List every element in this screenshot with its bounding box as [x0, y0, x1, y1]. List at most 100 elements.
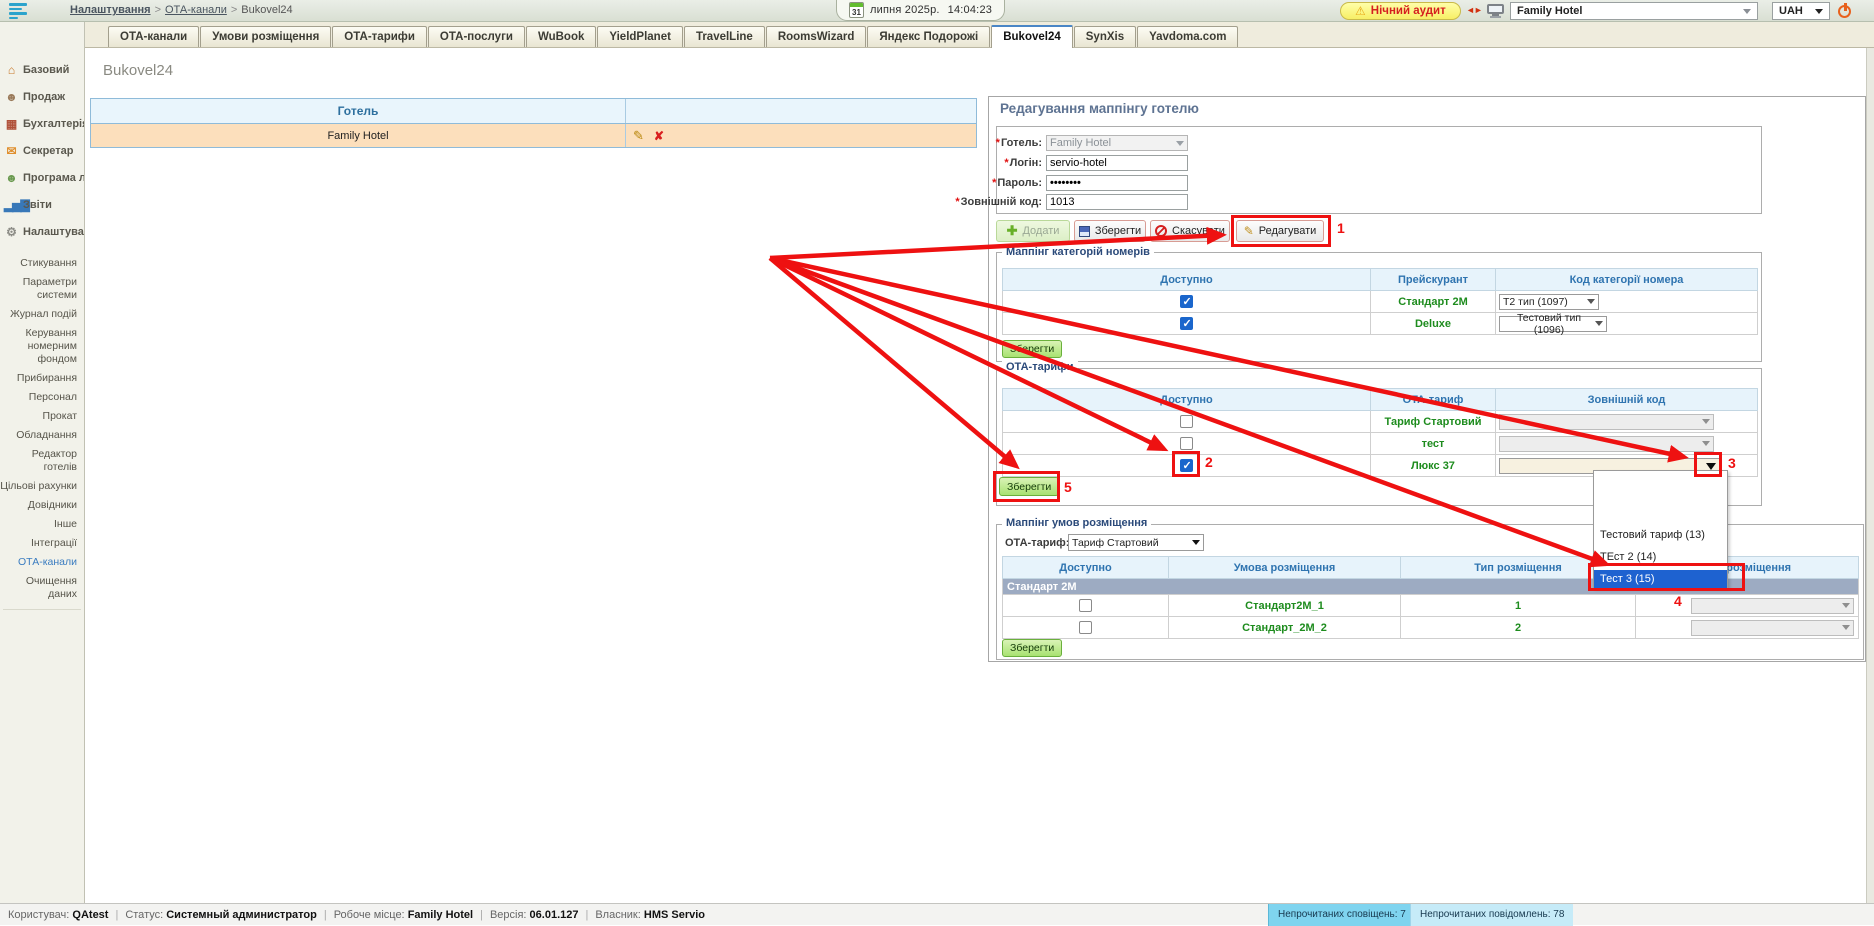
workstation-icon — [1487, 4, 1504, 18]
chevron-down-icon — [1587, 299, 1595, 308]
unread-messages-badge[interactable]: Непрочитаних повідомлень: 78 — [1410, 904, 1573, 926]
edit-button[interactable]: ✎Редагувати — [1236, 220, 1324, 242]
hotel-select-value: Family Hotel — [1517, 5, 1582, 17]
chevron-down-icon — [1702, 419, 1710, 428]
dropdown-option[interactable]: Тестовий тариф (13) — [1594, 526, 1727, 545]
unread-alerts-badge[interactable]: Непрочитаних сповіщень: 7 — [1268, 904, 1415, 926]
tab-ota-services[interactable]: ОТА-послуги — [428, 26, 525, 47]
sidebar-item-personnel[interactable]: Персонал — [0, 391, 84, 404]
sidebar-item-settings[interactable]: ⚙Налаштуван — [0, 218, 84, 245]
sidebar-item-target-accounts[interactable]: Цільові рахунки — [0, 480, 84, 493]
sidebar-item-integrations[interactable]: Інтеграції — [0, 537, 84, 550]
gear-icon: ⚙ — [4, 225, 19, 239]
tab-yandex[interactable]: Яндекс Подорожі — [867, 26, 990, 47]
sidebar-item-sales[interactable]: ☻Продаж — [0, 83, 84, 110]
swap-arrows-icon[interactable]: ◄► — [1466, 5, 1482, 15]
placement-code-select[interactable] — [1691, 598, 1854, 614]
tab-yieldplanet[interactable]: YieldPlanet — [597, 26, 683, 47]
sidebar-item-equipment[interactable]: Обладнання — [0, 429, 84, 442]
categories-save-button[interactable]: Зберегти — [1002, 340, 1062, 358]
chevron-down-icon — [1176, 141, 1184, 150]
tab-yavdoma[interactable]: Yavdoma.com — [1137, 26, 1238, 47]
night-audit-badge[interactable]: ⚠ Нічний аудит — [1340, 2, 1461, 20]
condition-name: Стандарт_2М_2 — [1169, 617, 1401, 639]
tab-ota-tariffs[interactable]: ОТА-тарифи — [332, 26, 427, 47]
sidebar-item-reports[interactable]: ▂▅▇Звіти — [0, 191, 84, 218]
category-name: Deluxe — [1371, 313, 1496, 335]
sidebar-sub-menu: Стикування Параметри системи Журнал поді… — [0, 257, 84, 601]
sidebar-item-data-cleanup[interactable]: Очищення даних — [0, 575, 84, 601]
currency-select[interactable]: UAH — [1772, 2, 1830, 20]
available-checkbox[interactable] — [1180, 437, 1193, 450]
currency-value: UAH — [1779, 5, 1803, 17]
external-code-dropdown: Тестовий тариф (13) ТЕст 2 (14) Тест 3 (… — [1593, 470, 1728, 588]
edit-icon[interactable]: ✎ — [633, 128, 644, 144]
table-row: Стандарт_2М_2 2 — [1003, 617, 1859, 639]
sidebar-item-rental[interactable]: Прокат — [0, 410, 84, 423]
sidebar-item-other[interactable]: Інше — [0, 518, 84, 531]
sidebar-item-accounting[interactable]: ▦Бухгалтерія — [0, 110, 84, 137]
sidebar-item-cleaning[interactable]: Прибирання — [0, 372, 84, 385]
placements-table: Доступно Умова розміщення Тип розміщення… — [1002, 556, 1859, 639]
right-edge-strip — [1866, 22, 1874, 903]
pencil-icon: ✎ — [1244, 224, 1254, 238]
tariffs-save-button[interactable]: Зберегти — [999, 477, 1059, 496]
home-icon: ⌂ — [4, 63, 19, 77]
breadcrumb-settings[interactable]: Налаштування — [70, 4, 151, 16]
sidebar-item-system-params[interactable]: Параметри системи — [6, 276, 84, 302]
login-field-label: *Логін: — [900, 157, 1042, 169]
sidebar-item-secretary[interactable]: ✉Секретар — [0, 137, 84, 164]
password-field[interactable] — [1046, 175, 1188, 191]
room-code-select[interactable]: Т2 тип (1097) — [1499, 294, 1599, 310]
tab-roomswizard[interactable]: RoomsWizard — [766, 26, 867, 47]
datetime-widget[interactable]: 31 липня 2025р.14:04:23 — [836, 0, 1005, 21]
chevron-down-icon — [1702, 441, 1710, 450]
sidebar-item-docking[interactable]: Стикування — [0, 257, 84, 270]
breadcrumb-ota-channels[interactable]: ОТА-канали — [165, 4, 227, 16]
sidebar: ⌂Базовий ☻Продаж ▦Бухгалтерія ✉Секретар … — [0, 22, 85, 903]
sidebar-item-basic[interactable]: ⌂Базовий — [0, 56, 84, 83]
tab-bukovel24[interactable]: Bukovel24 — [991, 25, 1073, 48]
delete-icon[interactable]: ✘ — [654, 129, 664, 143]
sidebar-item-ota-channels[interactable]: ОТА-канали — [0, 556, 84, 569]
available-checkbox[interactable] — [1180, 295, 1193, 308]
tariff-filter-select[interactable]: Тариф Стартовий — [1068, 534, 1204, 551]
hotel-select[interactable]: Family Hotel — [1510, 2, 1758, 20]
available-checkbox[interactable] — [1180, 415, 1193, 428]
sidebar-item-event-log[interactable]: Журнал подій — [0, 308, 84, 321]
sidebar-item-hotel-editor[interactable]: Редактор готелів — [0, 448, 84, 474]
external-code-select[interactable] — [1499, 414, 1714, 430]
cancel-button[interactable]: Скасувати — [1150, 220, 1230, 242]
tab-placement-conditions[interactable]: Умови розміщення — [200, 26, 331, 47]
sidebar-item-directories[interactable]: Довідники — [0, 499, 84, 512]
external-code-field[interactable] — [1046, 194, 1188, 210]
power-button[interactable] — [1837, 3, 1854, 19]
available-checkbox[interactable] — [1079, 599, 1092, 612]
chevron-down-icon — [1815, 9, 1823, 18]
sidebar-item-loyalty[interactable]: ☻Програма ло — [0, 164, 84, 191]
sidebar-item-room-fund[interactable]: Керування номерним фондом — [0, 327, 84, 366]
available-checkbox[interactable] — [1180, 317, 1193, 330]
tab-ota-channels[interactable]: ОТА-канали — [108, 26, 199, 47]
password-field-label: *Пароль: — [900, 177, 1042, 189]
login-field[interactable] — [1046, 155, 1188, 171]
placement-code-select[interactable] — [1691, 620, 1854, 636]
room-code-select[interactable]: Тестовий тип (1096) — [1499, 316, 1607, 332]
menu-icon[interactable] — [9, 3, 31, 19]
hotel-row[interactable]: Family Hotel ✎ ✘ — [91, 124, 976, 147]
tab-wubook[interactable]: WuBook — [526, 26, 596, 47]
placements-save-button[interactable]: Зберегти — [1002, 639, 1062, 657]
tariff-name: тест — [1371, 433, 1496, 455]
dropdown-option[interactable]: ТЕст 2 (14) — [1594, 548, 1727, 567]
floppy-icon — [1079, 226, 1090, 237]
available-checkbox[interactable] — [1079, 621, 1092, 634]
dropdown-option-selected[interactable]: Тест 3 (15) — [1594, 570, 1727, 589]
external-code-select[interactable] — [1499, 436, 1714, 452]
owner-label: Власник: — [595, 909, 640, 921]
available-checkbox[interactable] — [1180, 459, 1193, 472]
tab-travelline[interactable]: TravelLine — [684, 26, 765, 47]
tab-synxis[interactable]: SynXis — [1074, 26, 1136, 47]
hotel-field-select[interactable]: Family Hotel — [1046, 135, 1188, 151]
save-button[interactable]: Зберегти — [1074, 220, 1146, 242]
add-button[interactable]: ✚Додати — [996, 220, 1070, 242]
